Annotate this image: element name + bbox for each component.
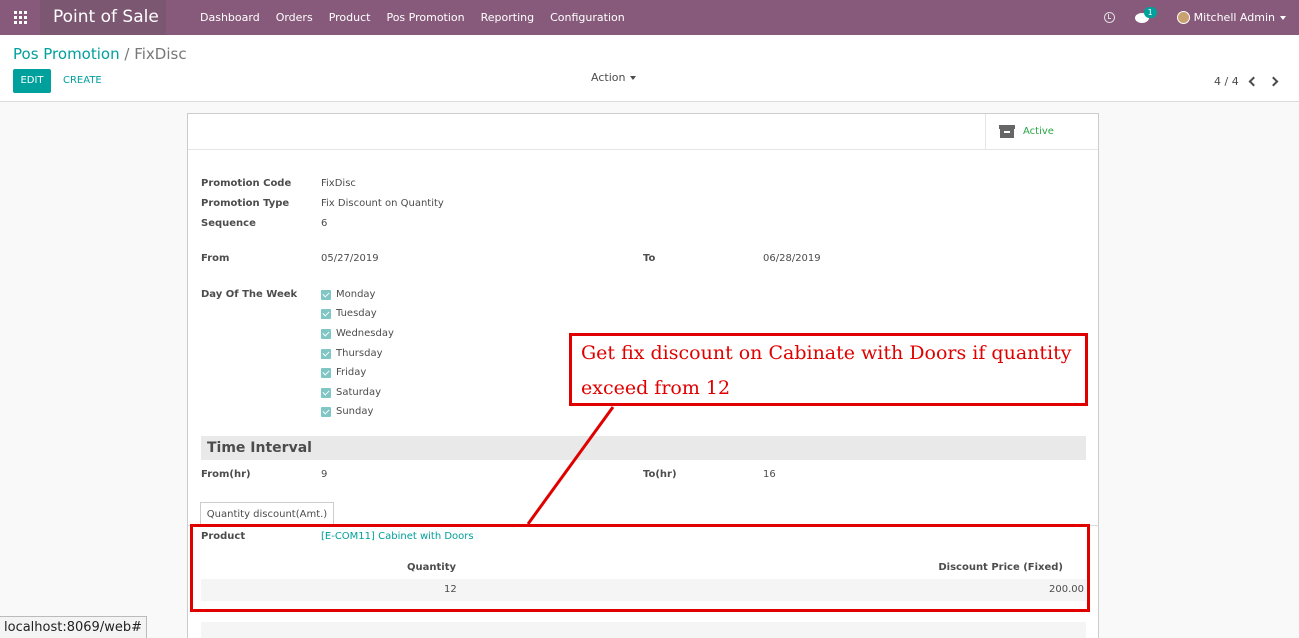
caret-down-icon bbox=[630, 75, 637, 80]
breadcrumb-pos-promotion[interactable]: Pos Promotion bbox=[13, 45, 120, 63]
chevron-right-icon[interactable] bbox=[1268, 76, 1279, 87]
promotion-code-value: FixDisc bbox=[321, 178, 356, 189]
active-toggle-button[interactable]: Active bbox=[985, 114, 1098, 149]
from-hr-label: From(hr) bbox=[201, 469, 251, 480]
breadcrumb: Pos Promotion / FixDisc bbox=[13, 45, 187, 63]
checkbox-checked-icon bbox=[321, 308, 331, 319]
day-of-week-label: Day Of The Week bbox=[201, 289, 298, 300]
systray: 1 Mitchell Admin bbox=[1103, 0, 1299, 35]
to-hr-label: To(hr) bbox=[643, 469, 677, 480]
breadcrumb-separator: / bbox=[124, 45, 130, 63]
promotion-type-label: Promotion Type bbox=[201, 198, 290, 209]
breadcrumb-current: FixDisc bbox=[134, 45, 187, 63]
activity-clock-icon[interactable] bbox=[1103, 12, 1115, 23]
from-label: From bbox=[201, 253, 230, 264]
day-wednesday: Wednesday bbox=[321, 328, 394, 339]
table-footer bbox=[201, 622, 1086, 638]
active-label: Active bbox=[1023, 126, 1054, 137]
browser-status-bar: localhost:8069/web# bbox=[0, 616, 147, 638]
day-label: Tuesday bbox=[336, 308, 377, 319]
apps-menu-icon[interactable] bbox=[0, 0, 40, 35]
day-tuesday: Tuesday bbox=[321, 308, 377, 319]
annotation-highlight-box bbox=[190, 524, 1090, 612]
day-friday: Friday bbox=[321, 367, 366, 378]
day-label: Friday bbox=[336, 367, 367, 378]
chat-icon[interactable]: 1 bbox=[1134, 6, 1157, 23]
day-label: Wednesday bbox=[336, 328, 394, 339]
menu-reporting[interactable]: Reporting bbox=[473, 0, 542, 35]
menu-product[interactable]: Product bbox=[321, 0, 379, 35]
day-saturday: Saturday bbox=[321, 387, 381, 398]
day-label: Sunday bbox=[336, 406, 374, 417]
avatar[interactable] bbox=[1176, 11, 1190, 24]
day-label: Saturday bbox=[336, 387, 382, 398]
annotation-line-2: exceed from 12 bbox=[581, 377, 731, 399]
menu-configuration[interactable]: Configuration bbox=[542, 0, 633, 35]
tab-quantity-discount[interactable]: Quantity discount(Amt.) bbox=[200, 502, 334, 526]
from-date-value: 05/27/2019 bbox=[321, 253, 379, 264]
to-date-value: 06/28/2019 bbox=[763, 253, 821, 264]
menu-orders[interactable]: Orders bbox=[268, 0, 321, 35]
button-box: Active bbox=[188, 114, 1098, 150]
checkbox-checked-icon bbox=[321, 348, 331, 359]
promotion-code-label: Promotion Code bbox=[201, 178, 292, 189]
checkbox-checked-icon bbox=[321, 289, 331, 300]
menu-dashboard[interactable]: Dashboard bbox=[192, 0, 268, 35]
sequence-value: 6 bbox=[321, 218, 328, 229]
control-panel: Pos Promotion / FixDisc EDIT CREATE Acti… bbox=[0, 35, 1299, 102]
checkbox-checked-icon bbox=[321, 328, 331, 339]
chat-badge: 1 bbox=[1143, 6, 1157, 18]
user-menu[interactable]: Mitchell Admin bbox=[1194, 11, 1275, 24]
day-sunday: Sunday bbox=[321, 406, 373, 417]
pager-value[interactable]: 4 / 4 bbox=[1214, 75, 1239, 88]
annotation-callout: Get fix discount on Cabinate with Doors … bbox=[569, 333, 1088, 406]
main-menu: Dashboard Orders Product Pos Promotion R… bbox=[192, 0, 633, 35]
archive-icon bbox=[999, 125, 1015, 138]
create-button[interactable]: CREATE bbox=[63, 69, 102, 93]
day-label: Thursday bbox=[336, 348, 383, 359]
app-title[interactable]: Point of Sale bbox=[40, 0, 166, 35]
to-label: To bbox=[643, 253, 656, 264]
checkbox-checked-icon bbox=[321, 367, 331, 378]
day-label: Monday bbox=[336, 289, 376, 300]
menu-pos-promotion[interactable]: Pos Promotion bbox=[378, 0, 472, 35]
promotion-type-value: Fix Discount on Quantity bbox=[321, 198, 444, 209]
from-hr-value: 9 bbox=[321, 469, 328, 480]
checkbox-checked-icon bbox=[321, 387, 331, 398]
day-thursday: Thursday bbox=[321, 348, 383, 359]
sequence-label: Sequence bbox=[201, 218, 256, 229]
day-monday: Monday bbox=[321, 289, 375, 300]
to-hr-value: 16 bbox=[763, 469, 776, 480]
time-interval-header: Time Interval bbox=[201, 436, 1086, 460]
top-navbar: Point of Sale Dashboard Orders Product P… bbox=[0, 0, 1299, 35]
action-label: Action bbox=[591, 71, 626, 84]
edit-button[interactable]: EDIT bbox=[13, 69, 51, 93]
chevron-left-icon[interactable] bbox=[1248, 76, 1259, 87]
action-dropdown[interactable]: Action bbox=[591, 71, 637, 84]
checkbox-checked-icon bbox=[321, 406, 331, 417]
annotation-line-1: Get fix discount on Cabinate with Doors … bbox=[581, 342, 1072, 364]
chevron-down-icon[interactable] bbox=[1280, 15, 1286, 20]
